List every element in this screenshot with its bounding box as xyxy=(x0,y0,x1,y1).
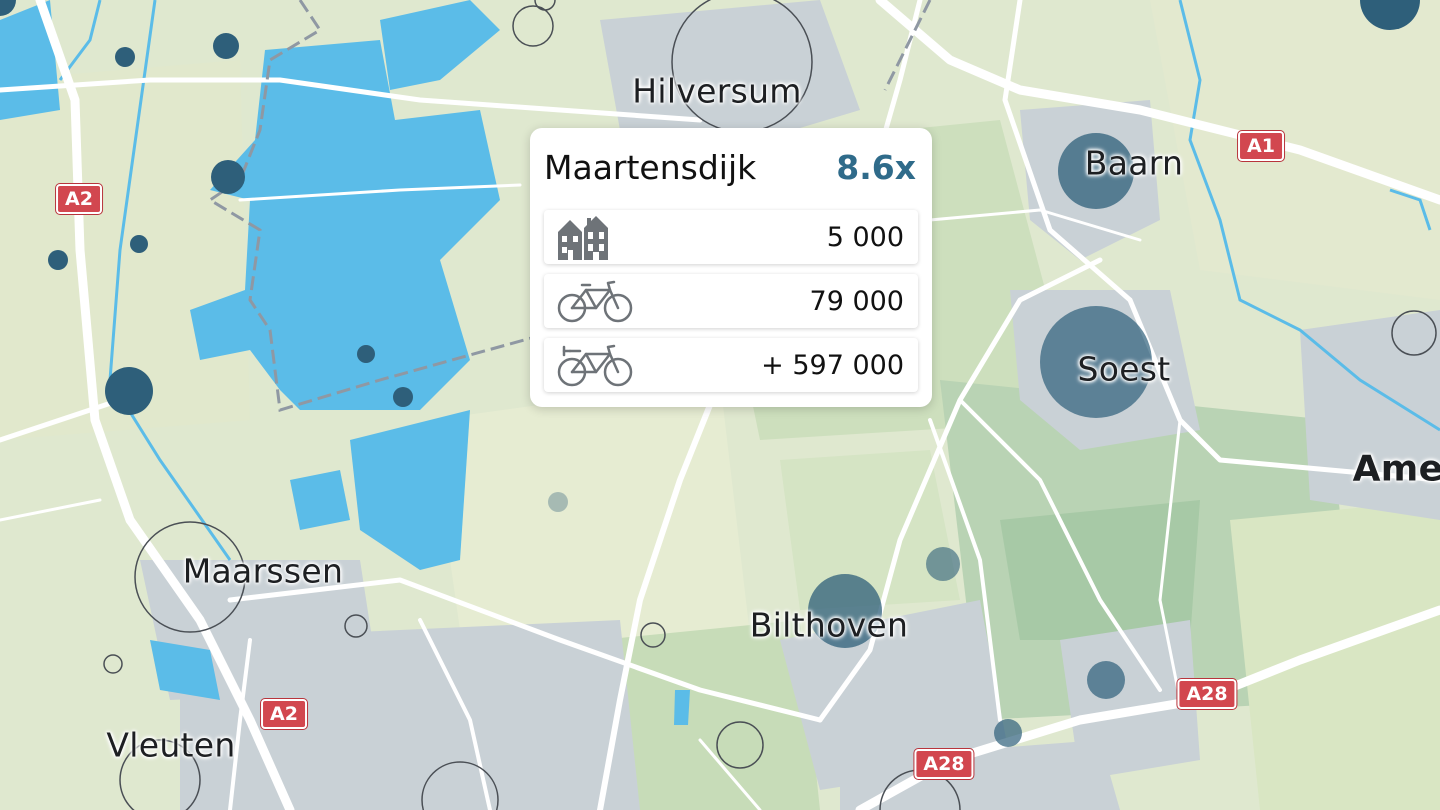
popup-row-bicycle: 79 000 xyxy=(544,274,918,328)
popup-ratio: 8.6x xyxy=(836,148,916,187)
road-shield-a2-north: A2 xyxy=(56,184,102,214)
popup-row-residents: 5 000 xyxy=(544,210,918,264)
houses-icon xyxy=(558,216,608,260)
city-label-vleuten: Vleuten xyxy=(106,725,236,765)
road-shield-a2-south: A2 xyxy=(261,699,307,729)
city-label-hilversum: Hilversum xyxy=(632,71,802,111)
road-shield-a1: A1 xyxy=(1238,131,1284,161)
city-label-soest: Soest xyxy=(1077,349,1171,389)
popup-row-ebike: + 597 000 xyxy=(544,338,918,392)
road-shield-a28-south: A28 xyxy=(914,749,974,779)
ebike-value: + 597 000 xyxy=(761,350,904,381)
city-label-amersfoort: Ame xyxy=(1352,448,1440,490)
map-canvas[interactable]: Hilversum Baarn Soest Ame Maarssen Bilth… xyxy=(0,0,1440,810)
city-label-maarssen: Maarssen xyxy=(182,551,344,591)
selected-location-marker[interactable] xyxy=(0,0,17,17)
residents-value: 5 000 xyxy=(826,222,904,253)
road-shield-a28-east: A28 xyxy=(1177,679,1237,709)
location-popup[interactable]: Maartensdijk 8.6x 5 000 79 000 + 597 000 xyxy=(530,128,932,407)
ebike-icon xyxy=(557,344,633,387)
city-label-bilthoven: Bilthoven xyxy=(749,605,909,645)
bicycle-icon xyxy=(557,280,633,323)
city-label-baarn: Baarn xyxy=(1084,143,1184,183)
popup-place-name: Maartensdijk xyxy=(544,148,757,187)
bicycle-value: 79 000 xyxy=(809,286,904,317)
